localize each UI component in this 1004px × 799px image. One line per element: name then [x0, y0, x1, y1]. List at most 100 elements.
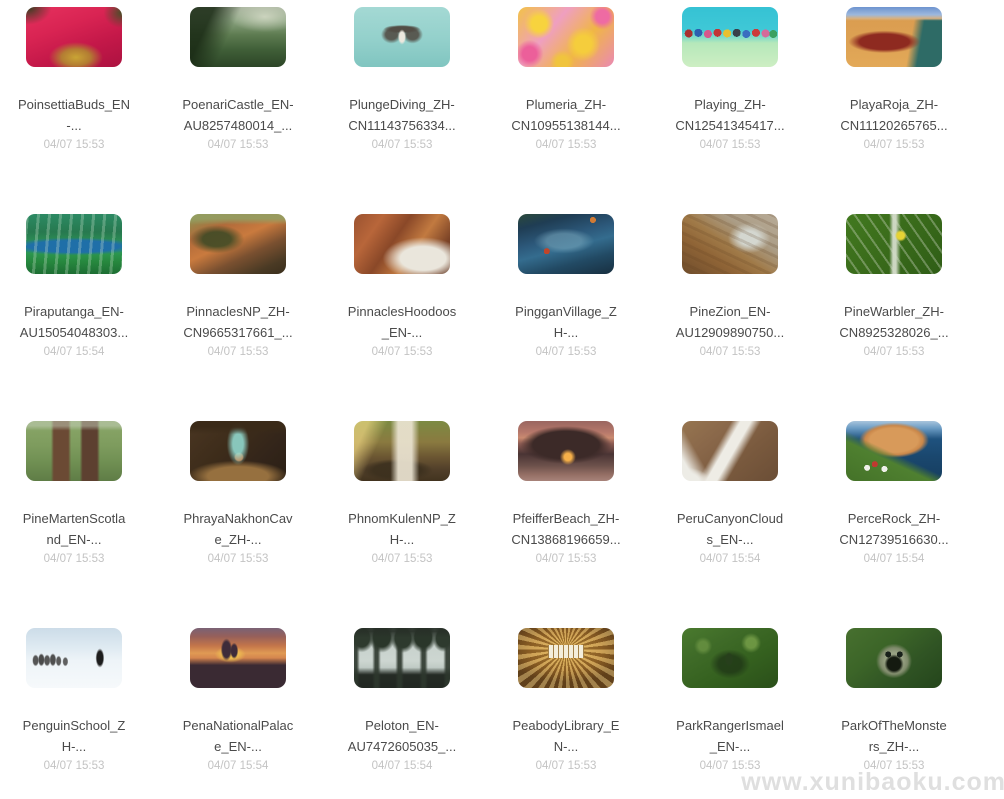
file-name-line1: PineZion_EN-: [648, 301, 812, 322]
file-name-line2: H-...: [0, 736, 156, 757]
file-item[interactable]: PinnaclesHoodoos _EN-... 04/07 15:53: [320, 214, 484, 421]
file-name-line1: PerceRock_ZH-: [812, 508, 976, 529]
file-item[interactable]: PingganVillage_Z H-... 04/07 15:53: [484, 214, 648, 421]
file-item[interactable]: PerceRock_ZH- CN12739516630... 04/07 15:…: [812, 421, 976, 628]
file-thumbnail[interactable]: [354, 628, 450, 688]
file-name: PineMartenScotla nd_EN-...: [0, 508, 156, 550]
file-name: Peloton_EN- AU7472605035_...: [320, 715, 484, 757]
file-name-line2: e_ZH-...: [156, 529, 320, 550]
file-timestamp: 04/07 15:53: [320, 138, 484, 152]
file-thumbnail[interactable]: [846, 214, 942, 274]
file-name-line2: CN11143756334...: [320, 115, 484, 136]
file-item[interactable]: PineWarbler_ZH- CN8925328026_... 04/07 1…: [812, 214, 976, 421]
file-timestamp: 04/07 15:53: [0, 552, 156, 566]
file-name-line1: PlayaRoja_ZH-: [812, 94, 976, 115]
file-grid: PoinsettiaBuds_EN -... 04/07 15:53 Poena…: [0, 7, 976, 799]
file-name: PlayaRoja_ZH- CN11120265765...: [812, 94, 976, 136]
file-name: PhrayaNakhonCav e_ZH-...: [156, 508, 320, 550]
file-name: PlungeDiving_ZH- CN11143756334...: [320, 94, 484, 136]
file-thumbnail[interactable]: [354, 7, 450, 67]
file-name-line1: Piraputanga_EN-: [0, 301, 156, 322]
file-name: PeabodyLibrary_E N-...: [484, 715, 648, 757]
file-name-line1: ParkOfTheMonste: [812, 715, 976, 736]
file-name-line2: CN12541345417...: [648, 115, 812, 136]
file-name: PineZion_EN- AU12909890750...: [648, 301, 812, 343]
file-thumbnail[interactable]: [518, 628, 614, 688]
file-timestamp: 04/07 15:54: [0, 345, 156, 359]
file-name: PingganVillage_Z H-...: [484, 301, 648, 343]
file-thumbnail[interactable]: [190, 628, 286, 688]
file-thumbnail[interactable]: [682, 7, 778, 67]
file-thumbnail[interactable]: [518, 214, 614, 274]
file-thumbnail[interactable]: [846, 7, 942, 67]
file-item[interactable]: PeruCanyonCloud s_EN-... 04/07 15:54: [648, 421, 812, 628]
file-name-line2: H-...: [320, 529, 484, 550]
file-item[interactable]: PineZion_EN- AU12909890750... 04/07 15:5…: [648, 214, 812, 421]
file-timestamp: 04/07 15:53: [156, 138, 320, 152]
file-name: Plumeria_ZH- CN10955138144...: [484, 94, 648, 136]
file-item[interactable]: PoinsettiaBuds_EN -... 04/07 15:53: [0, 7, 156, 214]
file-item[interactable]: PenaNationalPalac e_EN-... 04/07 15:54: [156, 628, 320, 799]
file-name: PoinsettiaBuds_EN -...: [0, 94, 156, 136]
file-name: Piraputanga_EN- AU15054048303...: [0, 301, 156, 343]
file-timestamp: 04/07 15:53: [484, 138, 648, 152]
file-name-line1: PlungeDiving_ZH-: [320, 94, 484, 115]
file-name-line1: PeruCanyonCloud: [648, 508, 812, 529]
file-name-line1: Peloton_EN-: [320, 715, 484, 736]
file-timestamp: 04/07 15:53: [156, 552, 320, 566]
file-name: PinnaclesNP_ZH- CN9665317661_...: [156, 301, 320, 343]
file-item[interactable]: Plumeria_ZH- CN10955138144... 04/07 15:5…: [484, 7, 648, 214]
file-item[interactable]: PfeifferBeach_ZH- CN13868196659... 04/07…: [484, 421, 648, 628]
file-timestamp: 04/07 15:53: [156, 345, 320, 359]
file-name-line1: PingganVillage_Z: [484, 301, 648, 322]
file-thumbnail[interactable]: [190, 421, 286, 481]
file-thumbnail[interactable]: [682, 214, 778, 274]
file-thumbnail[interactable]: [26, 214, 122, 274]
file-name: PhnomKulenNP_Z H-...: [320, 508, 484, 550]
file-name-line2: CN9665317661_...: [156, 322, 320, 343]
file-item[interactable]: ParkOfTheMonste rs_ZH-... 04/07 15:53: [812, 628, 976, 799]
file-thumbnail[interactable]: [190, 7, 286, 67]
file-timestamp: 04/07 15:53: [648, 345, 812, 359]
file-thumbnail[interactable]: [26, 7, 122, 67]
file-item[interactable]: PlayaRoja_ZH- CN11120265765... 04/07 15:…: [812, 7, 976, 214]
file-thumbnail[interactable]: [26, 421, 122, 481]
file-item[interactable]: PlungeDiving_ZH- CN11143756334... 04/07 …: [320, 7, 484, 214]
file-item[interactable]: PoenariCastle_EN- AU8257480014_... 04/07…: [156, 7, 320, 214]
file-item[interactable]: Playing_ZH- CN12541345417... 04/07 15:53: [648, 7, 812, 214]
file-thumbnail[interactable]: [354, 421, 450, 481]
file-thumbnail[interactable]: [518, 421, 614, 481]
file-name: PerceRock_ZH- CN12739516630...: [812, 508, 976, 550]
file-thumbnail[interactable]: [518, 7, 614, 67]
file-timestamp: 04/07 15:53: [320, 345, 484, 359]
file-item[interactable]: PhnomKulenNP_Z H-... 04/07 15:53: [320, 421, 484, 628]
file-thumbnail[interactable]: [26, 628, 122, 688]
file-thumbnail[interactable]: [846, 628, 942, 688]
file-thumbnail[interactable]: [682, 421, 778, 481]
file-item[interactable]: PenguinSchool_Z H-... 04/07 15:53: [0, 628, 156, 799]
file-name-line1: PoenariCastle_EN-: [156, 94, 320, 115]
file-thumbnail[interactable]: [190, 214, 286, 274]
file-name: PeruCanyonCloud s_EN-...: [648, 508, 812, 550]
file-thumbnail[interactable]: [682, 628, 778, 688]
file-name: Playing_ZH- CN12541345417...: [648, 94, 812, 136]
file-name: ParkOfTheMonste rs_ZH-...: [812, 715, 976, 757]
file-item[interactable]: ParkRangerIsmael _EN-... 04/07 15:53: [648, 628, 812, 799]
file-item[interactable]: Peloton_EN- AU7472605035_... 04/07 15:54: [320, 628, 484, 799]
file-name-line2: s_EN-...: [648, 529, 812, 550]
file-thumbnail[interactable]: [846, 421, 942, 481]
file-name-line1: ParkRangerIsmael: [648, 715, 812, 736]
file-name-line1: PinnaclesNP_ZH-: [156, 301, 320, 322]
file-timestamp: 04/07 15:53: [484, 759, 648, 773]
file-item[interactable]: Piraputanga_EN- AU15054048303... 04/07 1…: [0, 214, 156, 421]
file-name: PenguinSchool_Z H-...: [0, 715, 156, 757]
file-item[interactable]: PhrayaNakhonCav e_ZH-... 04/07 15:53: [156, 421, 320, 628]
file-item[interactable]: PeabodyLibrary_E N-... 04/07 15:53: [484, 628, 648, 799]
file-timestamp: 04/07 15:53: [484, 552, 648, 566]
file-item[interactable]: PineMartenScotla nd_EN-... 04/07 15:53: [0, 421, 156, 628]
file-name-line1: PinnaclesHoodoos: [320, 301, 484, 322]
file-item[interactable]: PinnaclesNP_ZH- CN9665317661_... 04/07 1…: [156, 214, 320, 421]
file-thumbnail[interactable]: [354, 214, 450, 274]
file-name-line1: PeabodyLibrary_E: [484, 715, 648, 736]
file-name-line1: PhnomKulenNP_Z: [320, 508, 484, 529]
